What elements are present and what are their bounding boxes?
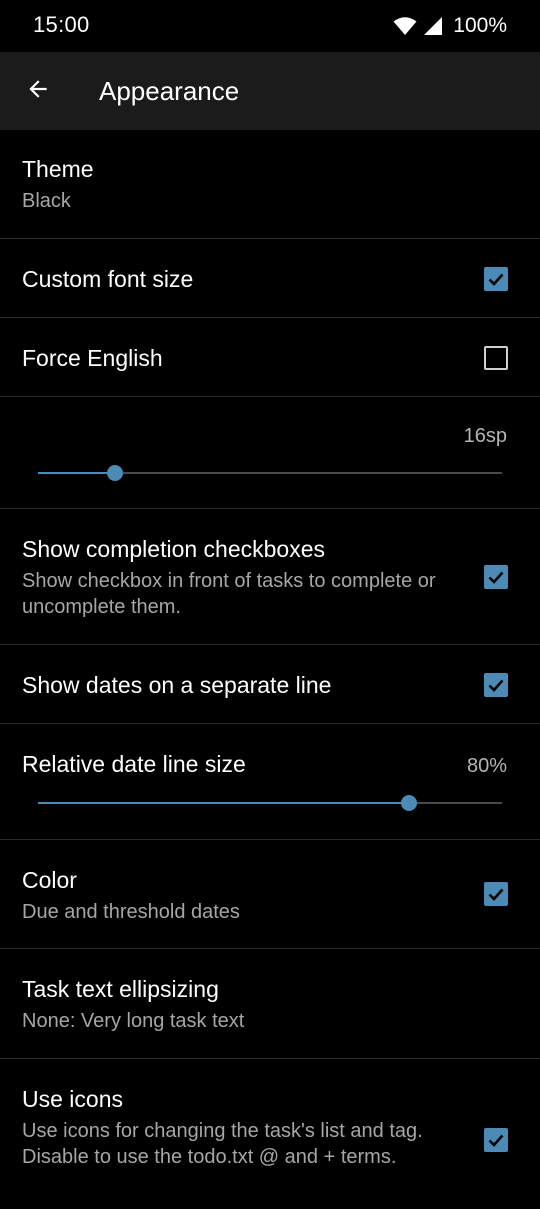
setting-title: Show completion checkboxes [22,536,325,562]
arrow-left-icon [25,76,51,107]
status-bar: 15:00 100% [0,0,540,52]
setting-summary: Use icons for changing the task's list a… [22,1120,423,1168]
check-icon [488,679,504,692]
wifi-icon [393,16,417,36]
setting-theme[interactable]: Theme Black [0,130,540,239]
setting-use-icons[interactable]: Use icons Use icons for changing the tas… [0,1059,540,1209]
setting-title: Color [22,867,77,893]
page-title: Appearance [99,76,240,106]
status-time: 15:00 [33,12,90,37]
slider-thumb[interactable] [107,465,123,481]
status-icons: 100% [393,12,507,40]
battery-percent: 100% [453,14,507,37]
show-dates-separate-line-checkbox[interactable] [484,673,508,697]
check-icon [488,888,504,901]
setting-custom-font-size[interactable]: Custom font size [0,239,540,318]
show-completion-checkboxes-checkbox[interactable] [484,565,508,589]
setting-title: Show dates on a separate line [22,672,332,698]
setting-force-english[interactable]: Force English [0,318,540,397]
back-button[interactable] [14,67,62,115]
setting-color[interactable]: Color Due and threshold dates [0,840,540,949]
setting-summary: Black [22,190,71,212]
font-size-value: 16sp [463,425,507,447]
app-bar: Appearance [0,52,540,130]
setting-title: Custom font size [22,266,194,292]
use-icons-checkbox[interactable] [484,1128,508,1152]
setting-show-dates-separate-line[interactable]: Show dates on a separate line [0,645,540,724]
setting-relative-date-line-size: Relative date line size 80% [0,724,540,840]
setting-task-text-ellipsizing[interactable]: Task text ellipsizing None: Very long ta… [0,949,540,1059]
signal-icon [423,16,443,36]
setting-title: Relative date line size [22,751,246,777]
settings-list: Theme Black Custom font size Force Engli… [0,130,540,1209]
check-icon [488,571,504,584]
setting-font-size-slider: 16sp [0,397,540,509]
slider-fill [38,802,409,804]
setting-title: Force English [22,345,163,371]
font-size-slider[interactable] [38,463,502,483]
setting-title: Theme [22,156,94,182]
color-checkbox[interactable] [484,882,508,906]
relative-date-line-size-slider[interactable] [38,793,502,813]
setting-summary: None: Very long task text [22,1010,245,1032]
setting-summary: Show checkbox in front of tasks to compl… [22,570,436,618]
force-english-checkbox[interactable] [484,346,508,370]
check-icon [488,273,504,286]
setting-title: Use icons [22,1086,123,1112]
setting-title: Task text ellipsizing [22,976,219,1002]
relative-date-line-size-value: 80% [466,755,507,777]
check-icon [488,1134,504,1147]
setting-summary: Due and threshold dates [22,901,240,923]
slider-fill [38,472,115,474]
custom-font-size-checkbox[interactable] [484,267,508,291]
slider-thumb[interactable] [401,795,417,811]
setting-show-completion-checkboxes[interactable]: Show completion checkboxes Show checkbox… [0,509,540,645]
